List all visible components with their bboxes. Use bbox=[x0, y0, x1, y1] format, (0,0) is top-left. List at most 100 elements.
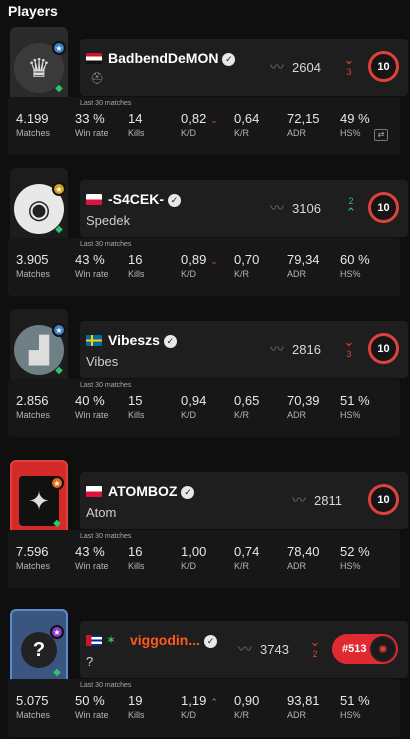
player-nickname[interactable]: BadbendDeMON ✓ bbox=[108, 50, 236, 66]
stat-label: HS% bbox=[340, 128, 361, 138]
star-badge-icon: ★ bbox=[50, 476, 64, 490]
stat-value: 49 % bbox=[340, 111, 370, 126]
stat-label: Kills bbox=[128, 269, 145, 279]
player-nickname[interactable]: Vibeszs ✓ bbox=[108, 332, 177, 348]
stat-label: K/R bbox=[234, 710, 250, 720]
player-header[interactable]: -S4CEK- ✓ Spedek 〰 3106 2 ⌃ 10 bbox=[80, 180, 408, 237]
stat-hs: 52 % HS% bbox=[340, 544, 370, 571]
stat-label: Kills bbox=[128, 710, 145, 720]
stat-value: 1,19 ⌃ bbox=[181, 693, 218, 708]
elo-group: 〰 3106 bbox=[270, 198, 321, 218]
stat-value: 40 % bbox=[75, 393, 105, 408]
trend-icon: 〰 bbox=[270, 200, 284, 216]
stat-value: 0,90 bbox=[234, 693, 260, 708]
stat-adr: 72,15 ADR bbox=[287, 111, 320, 138]
flag-cuba-icon bbox=[86, 635, 102, 646]
last30-label: Last 30 matches bbox=[80, 533, 132, 540]
stat-hs: 51 % HS% bbox=[340, 393, 370, 420]
rank-badge[interactable]: #513 ✺ bbox=[332, 634, 398, 664]
player-card: ♛ ★ ◆ BadbendDeMON ✓ ⛑ 〰 2604 ⌄ 3 10 Last … bbox=[8, 27, 408, 157]
stat-label: K/R bbox=[234, 269, 250, 279]
text: 0,82 bbox=[181, 111, 207, 126]
verified-icon: ✓ bbox=[204, 635, 217, 648]
player-header[interactable]: Vibeszs ✓ Vibes 〰 2816 ⌄ 3 10 bbox=[80, 321, 408, 378]
stat-kr: 0,90 K/R bbox=[234, 693, 259, 720]
stat-label: Matches bbox=[16, 269, 51, 279]
stat-kills: 16 Kills bbox=[128, 544, 145, 571]
stat-value: 51 % bbox=[340, 693, 370, 708]
stat-label: ADR bbox=[287, 128, 307, 138]
stat-kd: 0,89 ⌄ K/D bbox=[181, 252, 218, 279]
stat-value: 16 bbox=[128, 544, 143, 559]
trend-icon: 〰 bbox=[270, 341, 284, 357]
player-subname: Spedek bbox=[86, 213, 131, 228]
elo-group: 〰 2604 bbox=[270, 57, 321, 77]
stat-label: HS% bbox=[340, 710, 361, 720]
verified-icon: ✓ bbox=[163, 335, 177, 348]
stat-hs: 49 % HS% bbox=[340, 111, 370, 138]
trend-icon: 〰 bbox=[292, 492, 306, 508]
rank-value: #513 bbox=[342, 643, 367, 655]
stat-value: 93,81 bbox=[287, 693, 320, 708]
stat-kr: 0,74 K/R bbox=[234, 544, 259, 571]
text: ATOMBOZ bbox=[108, 483, 178, 499]
shield-icon: ◆ bbox=[55, 83, 63, 94]
stat-value: 0,70 bbox=[234, 252, 260, 267]
stat-value: 2.856 bbox=[16, 393, 49, 408]
stat-kd: 0,82 ⌄ K/D bbox=[181, 111, 218, 138]
last30-label: Last 30 matches bbox=[80, 382, 132, 389]
swap-icon[interactable]: ⇄ bbox=[374, 129, 388, 141]
player-nickname[interactable]: -S4CEK- ✓ bbox=[108, 191, 182, 207]
stat-label: ADR bbox=[287, 269, 307, 279]
stat-label: K/D bbox=[181, 410, 197, 420]
stat-winrate: 50 % Win rate bbox=[75, 693, 109, 720]
stat-value: 7.596 bbox=[16, 544, 49, 559]
stat-matches: 7.596 Matches bbox=[16, 544, 50, 571]
stat-kr: 0,64 K/R bbox=[234, 111, 259, 138]
stat-value: 19 bbox=[128, 693, 143, 708]
text: 2 bbox=[348, 196, 354, 206]
stat-value: 5.075 bbox=[16, 693, 49, 708]
level-badge: 10 bbox=[368, 333, 399, 364]
stat-kr: 0,70 K/R bbox=[234, 252, 259, 279]
text: 3 bbox=[346, 349, 352, 359]
down-arrow-icon: ⌄ bbox=[210, 256, 218, 266]
player-subname: ? bbox=[86, 654, 94, 669]
stat-label: HS% bbox=[340, 410, 361, 420]
text: -S4CEK- bbox=[108, 191, 165, 207]
player-header[interactable]: BadbendDeMON ✓ ⛑ 〰 2604 ⌄ 3 10 bbox=[80, 39, 408, 96]
stat-label: Kills bbox=[128, 128, 145, 138]
stat-kills: 16 Kills bbox=[128, 252, 145, 279]
elo-group: 〰 2811 bbox=[292, 490, 342, 510]
verified-icon: ✓ bbox=[222, 53, 236, 66]
stat-adr: 79,34 ADR bbox=[287, 252, 320, 279]
elo-group: 〰 2816 bbox=[270, 339, 321, 359]
stat-label: K/R bbox=[234, 128, 250, 138]
elo-value: 2811 bbox=[314, 492, 342, 508]
stat-label: Win rate bbox=[75, 269, 109, 279]
star-badge-icon: ★ bbox=[52, 41, 66, 55]
stat-kr: 0,65 K/R bbox=[234, 393, 259, 420]
stats-card: Last 30 matches 5.075 Matches 50 % Win rat… bbox=[8, 679, 400, 737]
text: BadbendDeMON bbox=[108, 50, 219, 66]
stat-label: K/D bbox=[181, 128, 197, 138]
player-subname: Vibes bbox=[86, 354, 119, 369]
stat-winrate: 33 % Win rate bbox=[75, 111, 109, 138]
stat-hs: 51 % HS% bbox=[340, 693, 370, 720]
stat-value: 33 % bbox=[75, 111, 105, 126]
stat-value: 4.199 bbox=[16, 111, 49, 126]
elo-value: 2604 bbox=[292, 59, 321, 75]
player-card: ✦ ★ ◆ ATOMBOZ ✓ Atom 〰 2811 10 Last 30 ma… bbox=[8, 460, 408, 590]
player-header[interactable]: ATOMBOZ ✓ Atom 〰 2811 10 bbox=[80, 472, 408, 529]
player-nickname[interactable]: ATOMBOZ ✓ bbox=[108, 483, 195, 499]
text: 2 bbox=[312, 649, 318, 659]
flag-egypt-icon bbox=[86, 53, 102, 64]
stat-value: 70,39 bbox=[287, 393, 320, 408]
stat-label: Win rate bbox=[75, 710, 109, 720]
verified-icon: ✓ bbox=[168, 194, 182, 207]
text: viggodin... bbox=[130, 632, 200, 648]
player-nickname[interactable]: viggodin... ✓ bbox=[130, 632, 217, 648]
player-header[interactable]: ✶ viggodin... ✓ ? 〰 3743 ⌄ 2 #513 ✺ bbox=[80, 621, 408, 678]
stat-label: Matches bbox=[16, 128, 51, 138]
elo-change-down: ⌄ 3 bbox=[340, 53, 358, 80]
